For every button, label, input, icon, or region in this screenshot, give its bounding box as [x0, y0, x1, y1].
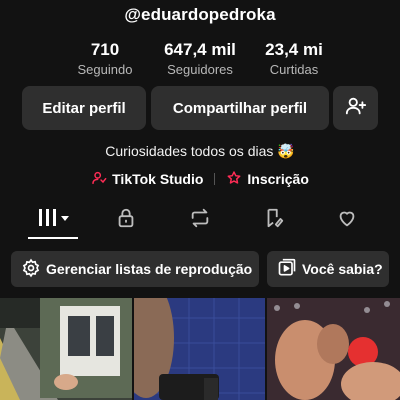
favorites-icon — [263, 207, 285, 234]
did-you-know-label: Você sabia? — [302, 261, 383, 277]
stat-following[interactable]: 710 Seguindo — [55, 40, 155, 79]
stat-likes[interactable]: 23,4 mi Curtidas — [244, 40, 344, 79]
lock-icon — [115, 207, 137, 234]
tab-private[interactable] — [106, 205, 146, 235]
manage-playlists-button[interactable]: Gerenciar listas de reprodução — [11, 251, 259, 287]
gear-icon — [21, 258, 41, 281]
video-thumbnail[interactable] — [0, 298, 132, 400]
heart-icon — [336, 207, 358, 234]
person-link-icon — [91, 170, 107, 189]
stat-followers-label: Seguidores — [167, 62, 233, 77]
tab-liked[interactable] — [327, 205, 367, 235]
video-thumbnail[interactable] — [134, 298, 265, 400]
video-thumbnail[interactable] — [267, 298, 400, 400]
subscription-label: Inscrição — [247, 171, 309, 187]
subscription-link[interactable]: Inscrição — [226, 170, 309, 189]
repost-icon — [189, 207, 211, 234]
stat-likes-value: 23,4 mi — [265, 40, 323, 59]
video-grid — [0, 298, 400, 400]
stat-likes-label: Curtidas — [269, 62, 319, 77]
subscription-star-icon — [226, 170, 242, 189]
share-profile-button[interactable]: Compartilhar perfil — [151, 86, 329, 130]
edit-profile-button[interactable]: Editar perfil — [22, 86, 146, 130]
did-you-know-button[interactable]: Você sabia? — [267, 251, 389, 287]
stat-following-value: 710 — [90, 40, 120, 59]
profile-stats: 710 Seguindo 647,4 mil Seguidores 23,4 m… — [0, 40, 400, 80]
stat-followers-value: 647,4 mil — [164, 40, 236, 59]
profile-bio: Curiosidades todos os dias 🤯 — [105, 143, 295, 159]
stat-following-label: Seguindo — [77, 62, 133, 77]
add-friend-button[interactable] — [333, 86, 378, 130]
tab-favorites[interactable] — [254, 205, 294, 235]
grid-icon — [36, 207, 70, 234]
tab-reposts[interactable] — [180, 205, 220, 235]
manage-playlists-label: Gerenciar listas de reprodução — [46, 261, 253, 277]
tiktok-studio-link[interactable]: TikTok Studio — [91, 170, 203, 189]
active-tab-indicator — [28, 237, 78, 239]
add-person-icon — [345, 95, 367, 121]
stat-followers[interactable]: 647,4 mil Seguidores — [150, 40, 250, 79]
links-divider — [214, 173, 216, 185]
profile-links: TikTok Studio Inscrição — [0, 170, 400, 188]
tab-videos[interactable] — [33, 205, 73, 235]
tiktok-studio-label: TikTok Studio — [112, 171, 204, 187]
profile-tabs — [0, 200, 400, 242]
profile-username: @eduardopedroka — [124, 5, 276, 24]
video-collection-icon — [277, 258, 297, 281]
